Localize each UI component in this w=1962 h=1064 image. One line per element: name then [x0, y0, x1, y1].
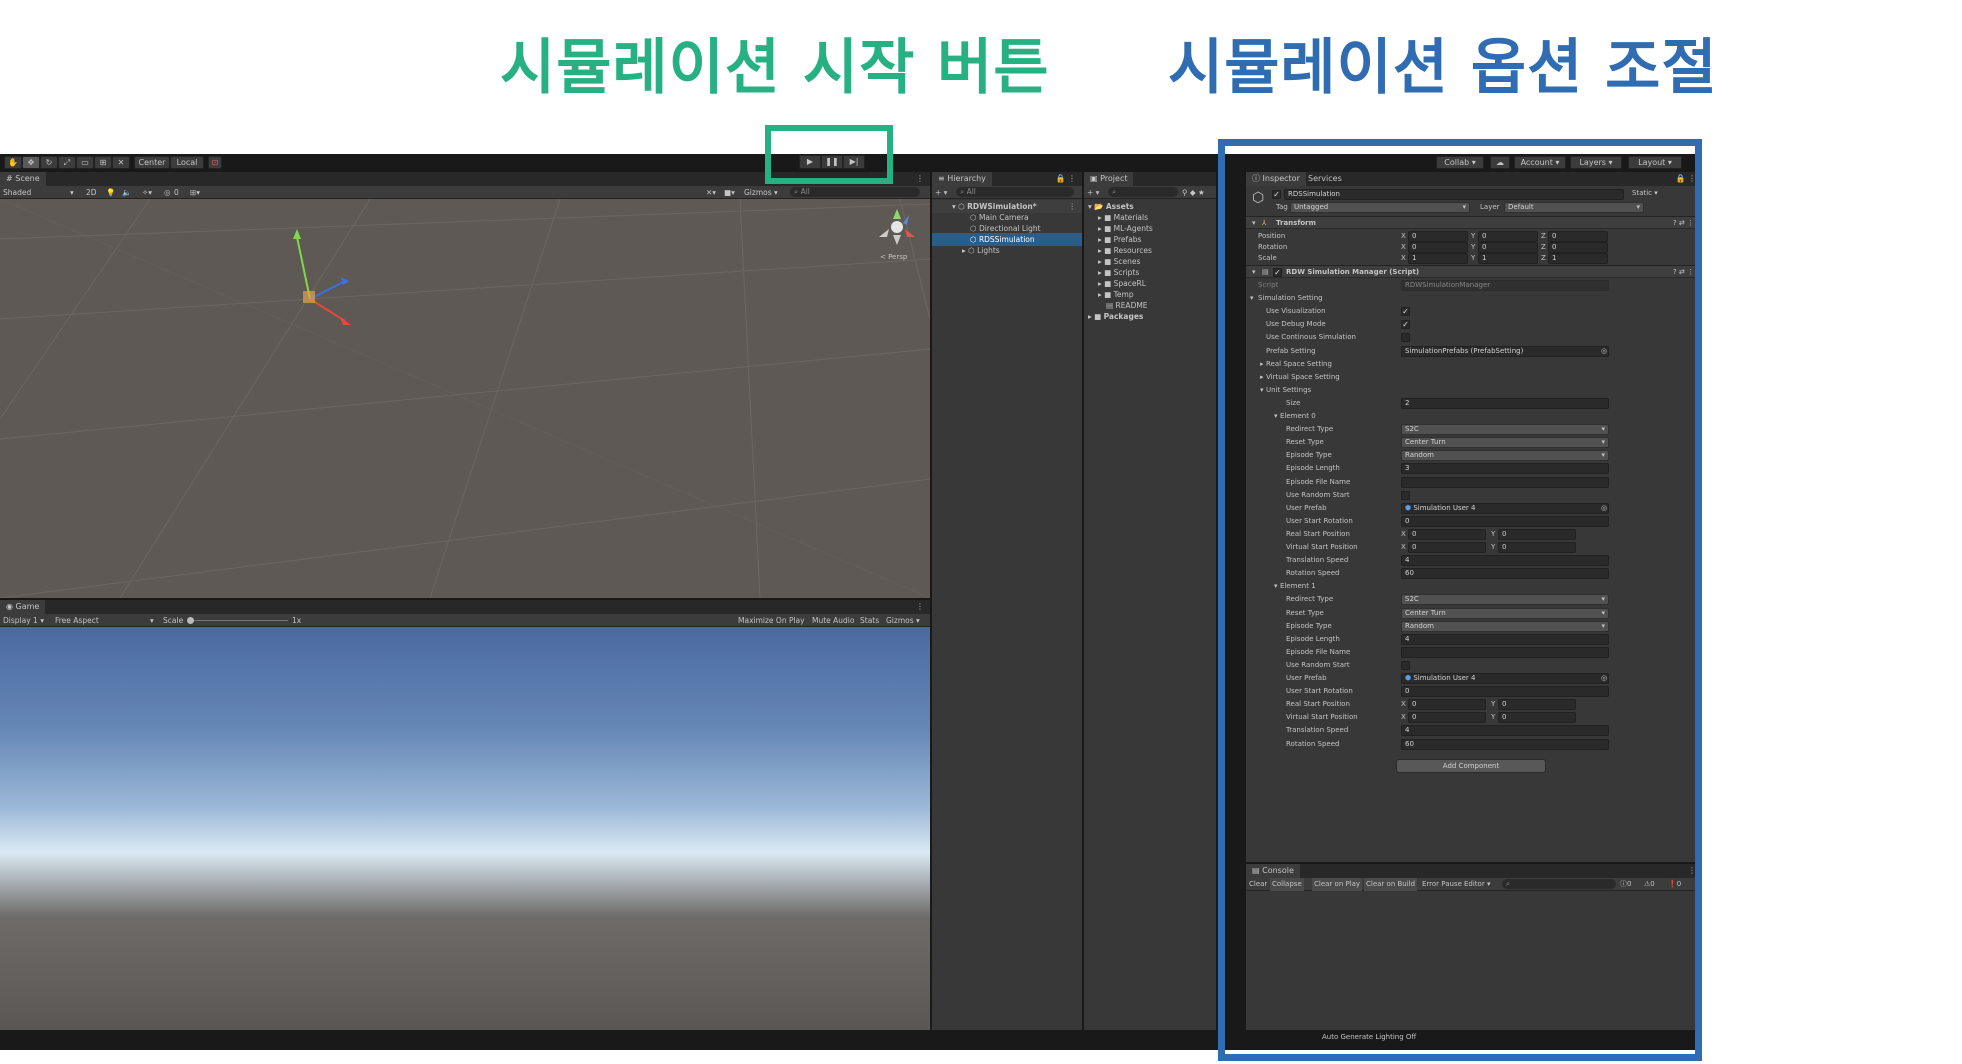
hierarchy-panel: ≡ Hierarchy 🔒 ⋮ + ▾ ⌕ All ▾ ⬡ RDWSimulat…	[932, 172, 1082, 1030]
game-gizmos-dropdown[interactable]: Gizmos ▾	[886, 614, 920, 627]
scale-label: Scale	[163, 616, 184, 625]
tab-project[interactable]: ▣ Project	[1084, 172, 1134, 186]
scene-search-input[interactable]: ⌕ All	[790, 187, 920, 197]
scene-grid	[0, 199, 930, 598]
project-packages-label: Packages	[1103, 312, 1144, 321]
scene-viewport[interactable]: < Persp	[0, 199, 930, 598]
pivot-local-button[interactable]: Local	[170, 156, 204, 169]
annotation-start-button: 시뮬레이션 시작 버튼	[500, 33, 1050, 103]
hierarchy-search-input[interactable]: ⌕ All	[956, 187, 1074, 197]
scale-tool-icon[interactable]: ⤢	[58, 156, 76, 169]
project-panel: ▣ Project + ▾ ⌕ ⚲ ◆ ★ ▾ 📂 Assets ▸ ■ Mat…	[1084, 172, 1216, 1030]
rotate-tool-icon[interactable]: ↻	[40, 156, 58, 169]
project-tabbar: ▣ Project	[1084, 172, 1216, 186]
aspect-label: Free Aspect	[55, 616, 99, 625]
game-panel: ◉ Game ⋮ Display 1 ▾ Free Aspect ▾ Scale…	[0, 600, 930, 1030]
project-assets-label: Assets	[1105, 202, 1134, 211]
snap-icon[interactable]: ⊡	[208, 156, 222, 169]
tools-icon[interactable]: ✕▾	[706, 186, 716, 199]
hierarchy-search-text: All	[966, 187, 976, 196]
project-filter-icon[interactable]: ⚲ ◆ ★	[1182, 186, 1205, 199]
hierarchy-add-button[interactable]: + ▾	[935, 186, 947, 199]
game-tabbar: ◉ Game ⋮	[0, 600, 930, 614]
tab-scene-label: Scene	[15, 174, 40, 183]
maximize-on-play-toggle[interactable]: Maximize On Play	[738, 614, 805, 627]
custom-tool-icon[interactable]: ✕	[112, 156, 130, 169]
hierarchy-lock-icon[interactable]: 🔒 ⋮	[1055, 174, 1076, 183]
annotation-options: 시뮬레이션 옵션 조절	[1168, 33, 1718, 103]
hierarchy-tabbar: ≡ Hierarchy 🔒 ⋮	[932, 172, 1082, 186]
mute-audio-toggle[interactable]: Mute Audio	[812, 614, 854, 627]
audio-icon[interactable]: 🔈	[122, 186, 131, 199]
scale-slider[interactable]	[188, 620, 288, 621]
grid-icon[interactable]: ⊞▾	[190, 186, 200, 199]
hierarchy-item-label: Lights	[977, 246, 1000, 255]
project-folder-label: Temp	[1113, 290, 1134, 299]
project-readme-label: README	[1115, 301, 1148, 310]
shading-dropdown[interactable]: Shaded	[3, 186, 31, 199]
project-folder-label: ML-Agents	[1113, 224, 1153, 233]
tab-game-label: Game	[15, 602, 40, 611]
mode-2d-button[interactable]: 2D	[86, 186, 97, 199]
tab-scene[interactable]: # Scene	[0, 172, 46, 186]
scene-search-text: All	[800, 187, 810, 196]
lighting-icon[interactable]: 💡	[106, 186, 115, 199]
hierarchy-item-label: Main Camera	[978, 213, 1029, 222]
highlight-inspector	[1218, 139, 1702, 1061]
aspect-chevron-icon[interactable]: ▾	[150, 614, 154, 627]
panel-menu-icon[interactable]: ⋮	[916, 174, 924, 183]
scale-slider-thumb[interactable]	[187, 617, 194, 624]
game-menu-icon[interactable]: ⋮	[916, 602, 924, 611]
shading-label: Shaded	[3, 188, 32, 197]
hand-tool-icon[interactable]: ✋	[4, 156, 22, 169]
project-toolbar: + ▾ ⌕ ⚲ ◆ ★	[1084, 186, 1216, 199]
project-add-button[interactable]: + ▾	[1087, 186, 1099, 199]
aspect-dropdown[interactable]: Free Aspect	[55, 614, 99, 627]
hierarchy-scene-name: RDWSimulation*	[967, 202, 1037, 211]
project-folder-label: Prefabs	[1113, 235, 1142, 244]
project-packages-folder[interactable]: ▸ ■ Packages	[1084, 310, 1216, 323]
display-label: Display 1	[3, 616, 38, 625]
game-gizmos-label: Gizmos	[886, 616, 914, 625]
tab-game[interactable]: ◉ Game	[0, 600, 46, 614]
persp-label[interactable]: < Persp	[880, 253, 907, 261]
scale-value: 1x	[292, 616, 302, 625]
move-tool-icon[interactable]: ✥	[22, 156, 40, 169]
pivot-center-button[interactable]: Center	[134, 156, 170, 169]
project-search-input[interactable]: ⌕	[1108, 187, 1178, 197]
effects-icon[interactable]: ✧▾	[142, 186, 152, 199]
project-folder-label: Materials	[1113, 213, 1149, 222]
game-toolbar: Display 1 ▾ Free Aspect ▾ Scale 1x Maxim…	[0, 614, 930, 627]
tab-project-label: Project	[1100, 174, 1128, 183]
project-folder-label: Scripts	[1113, 268, 1140, 277]
gizmos-label: Gizmos	[744, 188, 772, 197]
gizmos-dropdown[interactable]: Gizmos ▾	[744, 186, 778, 199]
camera-icon[interactable]: ■▾	[724, 186, 735, 199]
tab-hierarchy[interactable]: ≡ Hierarchy	[932, 172, 992, 186]
hidden-count: 0	[174, 188, 179, 197]
hidden-objects-icon[interactable]: ◎	[164, 186, 171, 199]
highlight-play-controls	[765, 125, 893, 184]
scene-toolbar: Shaded ▾ 2D 💡 🔈 ✧▾ ◎ 0 ⊞▾ ✕▾ ■▾ Gizmos ▾…	[0, 186, 930, 199]
rect-tool-icon[interactable]: ▭	[76, 156, 94, 169]
hierarchy-toolbar: + ▾ ⌕ All	[932, 186, 1082, 199]
orientation-gizmo-icon[interactable]	[877, 207, 917, 247]
hierarchy-item-label: Directional Light	[978, 224, 1041, 233]
project-folder-label: Scenes	[1113, 257, 1141, 266]
transform-tool-icon[interactable]: ⊞	[94, 156, 112, 169]
move-gizmo[interactable]	[285, 229, 355, 329]
project-folder-label: Resources	[1113, 246, 1152, 255]
display-dropdown[interactable]: Display 1 ▾	[3, 614, 44, 627]
shading-chevron-icon[interactable]: ▾	[70, 186, 74, 199]
scene-panel: # Scene ⋮ Shaded ▾ 2D 💡 🔈 ✧▾ ◎ 0 ⊞▾ ✕▾ ■…	[0, 172, 930, 598]
hierarchy-item-lights[interactable]: ▸ ⬡ Lights	[932, 244, 1082, 257]
game-viewport[interactable]	[0, 627, 930, 1030]
tab-hierarchy-label: Hierarchy	[947, 174, 986, 183]
hierarchy-item-label: RDSSimulation	[978, 235, 1035, 244]
stats-toggle[interactable]: Stats	[860, 614, 879, 627]
project-folder-label: SpaceRL	[1113, 279, 1146, 288]
